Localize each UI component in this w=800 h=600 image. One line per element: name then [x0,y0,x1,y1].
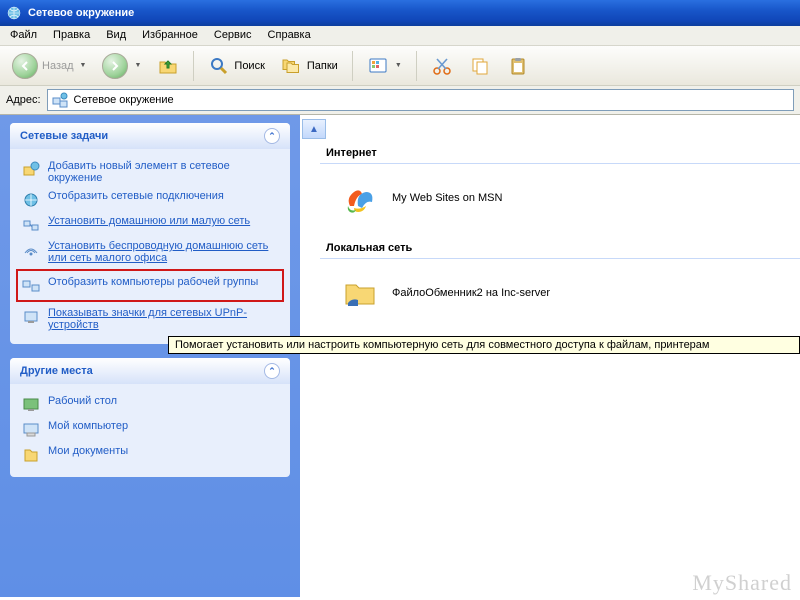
folders-label: Папки [307,60,338,72]
menu-file[interactable]: Файл [10,29,37,41]
tooltip: Помогает установить или настроить компью… [168,336,800,354]
network-tasks-panel: Сетевые задачи ⌃ Добавить новый элемент … [10,123,290,344]
search-label: Поиск [234,60,264,72]
task-show-upnp-icons[interactable]: Показывать значки для сетевых UPnP-устро… [20,304,280,334]
scissors-icon [431,55,453,77]
task-label: Показывать значки для сетевых UPnP-устро… [48,307,278,331]
network-connections-icon [22,191,40,209]
back-button[interactable]: Назад ▼ [6,51,92,81]
network-places-icon [52,92,68,108]
copy-button[interactable] [463,53,497,79]
other-label: Мой компьютер [48,420,128,432]
paste-button[interactable] [501,53,535,79]
task-label: Добавить новый элемент в сетевое окружен… [48,160,278,184]
views-button[interactable]: ▼ [361,53,408,79]
toolbar: Назад ▼ ▼ Поиск [0,46,800,86]
task-setup-wireless-network[interactable]: Установить беспроводную домашнюю сеть ил… [20,237,280,267]
tooltip-text: Помогает установить или настроить компью… [175,339,709,351]
upnp-icon [22,308,40,326]
back-label: Назад [42,60,74,72]
chevron-up-icon[interactable]: ⌃ [264,128,280,144]
msn-icon [340,178,380,218]
shared-folder-icon [340,273,380,313]
item-fileshare[interactable]: ФайлоОбменник2 на Inc-server [300,259,800,327]
toolbar-separator [352,51,353,81]
window-titlebar: Сетевое окружение [0,0,800,26]
menu-view[interactable]: Вид [106,29,126,41]
address-bar: Адрес: Сетевое окружение [0,86,800,115]
item-label: My Web Sites on MSN [392,192,502,204]
menu-service[interactable]: Сервис [214,29,252,41]
wireless-setup-icon [22,241,40,259]
panel-header-tasks[interactable]: Сетевые задачи ⌃ [10,123,290,149]
chevron-up-icon[interactable]: ⌃ [264,363,280,379]
chevron-down-icon[interactable]: ▼ [395,62,402,69]
item-msn-websites[interactable]: My Web Sites on MSN [300,164,800,232]
other-label: Мои документы [48,445,128,457]
menu-favorites[interactable]: Избранное [142,29,198,41]
folders-button[interactable]: Папки [275,53,344,79]
watermark: MyShared [692,570,792,596]
panel-title: Другие места [20,365,93,377]
item-label: ФайлоОбменник2 на Inc-server [392,287,550,299]
panel-title: Сетевые задачи [20,130,108,142]
search-button[interactable]: Поиск [202,53,270,79]
task-view-workgroup-computers[interactable]: Отобразить компьютеры рабочей группы [20,273,280,298]
window-title: Сетевое окружение [28,7,134,19]
up-button[interactable] [151,53,185,79]
task-add-network-place[interactable]: Добавить новый элемент в сетевое окружен… [20,157,280,187]
back-arrow-icon [12,53,38,79]
forward-arrow-icon [102,53,128,79]
menu-help[interactable]: Справка [268,29,311,41]
highlighted-task-box: Отобразить компьютеры рабочей группы [16,269,284,302]
folder-up-icon [157,55,179,77]
scroll-up-button[interactable]: ▲ [302,119,326,139]
chevron-down-icon[interactable]: ▼ [134,62,141,69]
network-places-icon [6,5,22,21]
address-value: Сетевое окружение [74,94,174,106]
forward-button[interactable]: ▼ [96,51,147,81]
panel-header-other[interactable]: Другие места ⌃ [10,358,290,384]
task-view-connections[interactable]: Отобразить сетевые подключения [20,187,280,212]
task-label: Установить домашнюю или малую сеть [48,215,250,227]
paste-icon [507,55,529,77]
network-setup-icon [22,216,40,234]
other-my-documents[interactable]: Мои документы [20,442,280,467]
other-places-panel: Другие места ⌃ Рабочий стол Мой компьюте… [10,358,290,477]
address-input[interactable]: Сетевое окружение [47,89,794,111]
search-icon [208,55,230,77]
chevron-down-icon[interactable]: ▼ [80,62,87,69]
task-setup-home-network[interactable]: Установить домашнюю или малую сеть [20,212,280,237]
toolbar-separator [416,51,417,81]
group-title: Локальная сеть [326,242,412,254]
other-label: Рабочий стол [48,395,117,407]
group-internet: Интернет [320,143,800,164]
other-my-computer[interactable]: Мой компьютер [20,417,280,442]
toolbar-separator [193,51,194,81]
cut-button[interactable] [425,53,459,79]
documents-icon [22,446,40,464]
group-title: Интернет [326,147,377,159]
views-icon [367,55,389,77]
workgroup-icon [22,277,40,295]
task-label: Отобразить сетевые подключения [48,190,224,202]
task-label: Установить беспроводную домашнюю сеть ил… [48,240,278,264]
sidebar: Сетевые задачи ⌃ Добавить новый элемент … [0,115,300,597]
other-desktop[interactable]: Рабочий стол [20,392,280,417]
task-label: Отобразить компьютеры рабочей группы [48,276,258,288]
copy-icon [469,55,491,77]
folders-icon [281,55,303,77]
address-label: Адрес: [6,94,41,106]
computer-icon [22,421,40,439]
menu-edit[interactable]: Правка [53,29,90,41]
group-lan: Локальная сеть [320,238,800,259]
add-network-icon [22,161,40,179]
menu-bar: Файл Правка Вид Избранное Сервис Справка [0,26,800,46]
desktop-icon [22,396,40,414]
content-pane[interactable]: ▲ Интернет My Web Sites on MSN Локальная… [300,115,800,597]
